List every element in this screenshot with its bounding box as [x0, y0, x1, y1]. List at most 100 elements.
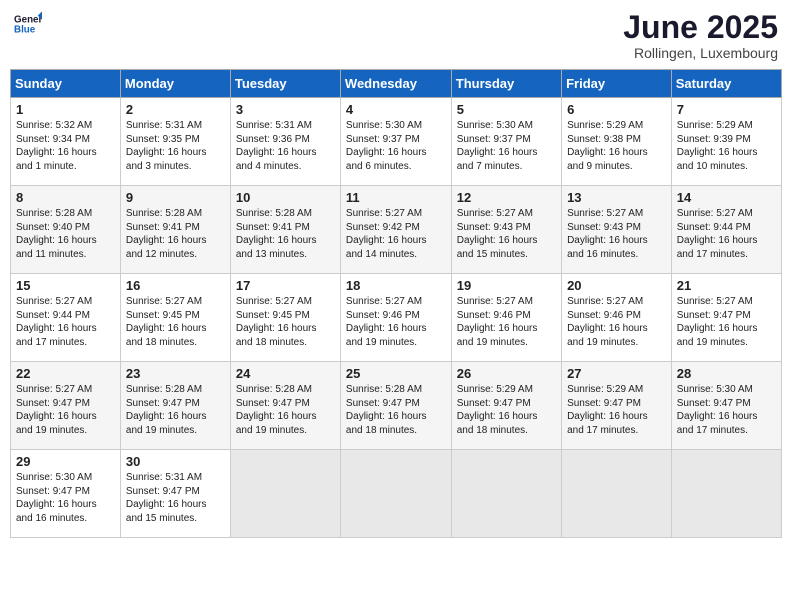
- cell-info: Sunrise: 5:27 AMSunset: 9:46 PMDaylight:…: [567, 295, 666, 349]
- day-number: 24: [236, 366, 335, 381]
- day-number: 27: [567, 366, 666, 381]
- page-header: General Blue June 2025 Rollingen, Luxemb…: [10, 10, 782, 61]
- cell-info: Sunrise: 5:31 AMSunset: 9:47 PMDaylight:…: [126, 471, 225, 525]
- calendar-day-header: Saturday: [671, 70, 781, 98]
- calendar-cell: 13 Sunrise: 5:27 AMSunset: 9:43 PMDayligh…: [562, 186, 672, 274]
- cell-info: Sunrise: 5:27 AMSunset: 9:43 PMDaylight:…: [457, 207, 556, 261]
- cell-info: Sunrise: 5:31 AMSunset: 9:36 PMDaylight:…: [236, 119, 335, 173]
- cell-info: Sunrise: 5:27 AMSunset: 9:44 PMDaylight:…: [677, 207, 776, 261]
- day-number: 26: [457, 366, 556, 381]
- calendar-cell: 17 Sunrise: 5:27 AMSunset: 9:45 PMDayligh…: [230, 274, 340, 362]
- calendar-week-row: 1Sunrise: 5:32 AMSunset: 9:34 PMDaylight…: [11, 98, 782, 186]
- cell-info: Sunrise: 5:27 AMSunset: 9:45 PMDaylight:…: [126, 295, 225, 349]
- calendar-cell: [230, 450, 340, 538]
- day-number: 17: [236, 278, 335, 293]
- calendar-cell: 6Sunrise: 5:29 AMSunset: 9:38 PMDaylight…: [562, 98, 672, 186]
- calendar-cell: 27 Sunrise: 5:29 AMSunset: 9:47 PMDayligh…: [562, 362, 672, 450]
- cell-info: Sunrise: 5:27 AMSunset: 9:47 PMDaylight:…: [16, 383, 115, 437]
- cell-info: Sunrise: 5:30 AMSunset: 9:47 PMDaylight:…: [677, 383, 776, 437]
- calendar-cell: 4Sunrise: 5:30 AMSunset: 9:37 PMDaylight…: [340, 98, 451, 186]
- day-number: 22: [16, 366, 115, 381]
- cell-info: Sunrise: 5:31 AMSunset: 9:35 PMDaylight:…: [126, 119, 225, 173]
- cell-info: Sunrise: 5:27 AMSunset: 9:46 PMDaylight:…: [346, 295, 446, 349]
- calendar-cell: 28 Sunrise: 5:30 AMSunset: 9:47 PMDayligh…: [671, 362, 781, 450]
- calendar-cell: 26 Sunrise: 5:29 AMSunset: 9:47 PMDayligh…: [451, 362, 561, 450]
- calendar-cell: 24Sunrise: 5:28 AMSunset: 9:47 PMDayligh…: [230, 362, 340, 450]
- calendar-table: SundayMondayTuesdayWednesdayThursdayFrid…: [10, 69, 782, 538]
- day-number: 28: [677, 366, 776, 381]
- calendar-day-header: Sunday: [11, 70, 121, 98]
- calendar-cell: 23Sunrise: 5:28 AMSunset: 9:47 PMDayligh…: [120, 362, 230, 450]
- calendar-cell: 7 Sunrise: 5:29 AMSunset: 9:39 PMDaylight…: [671, 98, 781, 186]
- logo-icon: General Blue: [14, 10, 42, 38]
- cell-info: Sunrise: 5:30 AMSunset: 9:47 PMDaylight:…: [16, 471, 115, 525]
- cell-info: Sunrise: 5:27 AMSunset: 9:46 PMDaylight:…: [457, 295, 556, 349]
- day-number: 19: [457, 278, 556, 293]
- calendar-cell: [562, 450, 672, 538]
- calendar-cell: 9 Sunrise: 5:28 AMSunset: 9:41 PMDaylight…: [120, 186, 230, 274]
- calendar-cell: 14 Sunrise: 5:27 AMSunset: 9:44 PMDayligh…: [671, 186, 781, 274]
- calendar-cell: 19 Sunrise: 5:27 AMSunset: 9:46 PMDayligh…: [451, 274, 561, 362]
- month-title: June 2025: [623, 10, 778, 45]
- calendar-cell: [451, 450, 561, 538]
- title-area: June 2025 Rollingen, Luxembourg: [623, 10, 778, 61]
- calendar-week-row: 29 Sunrise: 5:30 AMSunset: 9:47 PMDayligh…: [11, 450, 782, 538]
- calendar-cell: 22 Sunrise: 5:27 AMSunset: 9:47 PMDayligh…: [11, 362, 121, 450]
- day-number: 11: [346, 190, 446, 205]
- svg-text:Blue: Blue: [14, 24, 36, 35]
- calendar-cell: 15 Sunrise: 5:27 AMSunset: 9:44 PMDayligh…: [11, 274, 121, 362]
- calendar-day-header: Thursday: [451, 70, 561, 98]
- cell-info: Sunrise: 5:27 AMSunset: 9:42 PMDaylight:…: [346, 207, 446, 261]
- calendar-cell: 30 Sunrise: 5:31 AMSunset: 9:47 PMDayligh…: [120, 450, 230, 538]
- day-number: 3: [236, 102, 335, 117]
- cell-info: Sunrise: 5:29 AMSunset: 9:39 PMDaylight:…: [677, 119, 776, 173]
- cell-info: Sunrise: 5:27 AMSunset: 9:43 PMDaylight:…: [567, 207, 666, 261]
- calendar-day-header: Friday: [562, 70, 672, 98]
- day-number: 30: [126, 454, 225, 469]
- cell-info: Sunrise: 5:27 AMSunset: 9:44 PMDaylight:…: [16, 295, 115, 349]
- calendar-week-row: 8Sunrise: 5:28 AMSunset: 9:40 PMDaylight…: [11, 186, 782, 274]
- day-number: 25: [346, 366, 446, 381]
- cell-info: Sunrise: 5:28 AMSunset: 9:40 PMDaylight:…: [16, 207, 115, 261]
- day-number: 10: [236, 190, 335, 205]
- cell-info: Sunrise: 5:30 AMSunset: 9:37 PMDaylight:…: [346, 119, 446, 173]
- day-number: 23: [126, 366, 225, 381]
- cell-info: Sunrise: 5:29 AMSunset: 9:47 PMDaylight:…: [567, 383, 666, 437]
- day-number: 29: [16, 454, 115, 469]
- day-number: 5: [457, 102, 556, 117]
- calendar-cell: 2 Sunrise: 5:31 AMSunset: 9:35 PMDaylight…: [120, 98, 230, 186]
- day-number: 16: [126, 278, 225, 293]
- logo: General Blue: [14, 10, 42, 38]
- calendar-cell: 5 Sunrise: 5:30 AMSunset: 9:37 PMDaylight…: [451, 98, 561, 186]
- calendar-cell: 18 Sunrise: 5:27 AMSunset: 9:46 PMDayligh…: [340, 274, 451, 362]
- calendar-cell: [671, 450, 781, 538]
- day-number: 15: [16, 278, 115, 293]
- location: Rollingen, Luxembourg: [623, 45, 778, 61]
- calendar-cell: 12Sunrise: 5:27 AMSunset: 9:43 PMDayligh…: [451, 186, 561, 274]
- day-number: 7: [677, 102, 776, 117]
- cell-info: Sunrise: 5:30 AMSunset: 9:37 PMDaylight:…: [457, 119, 556, 173]
- calendar-day-header: Monday: [120, 70, 230, 98]
- day-number: 13: [567, 190, 666, 205]
- day-number: 1: [16, 102, 115, 117]
- cell-info: Sunrise: 5:28 AMSunset: 9:47 PMDaylight:…: [346, 383, 446, 437]
- cell-info: Sunrise: 5:27 AMSunset: 9:45 PMDaylight:…: [236, 295, 335, 349]
- calendar-cell: 11 Sunrise: 5:27 AMSunset: 9:42 PMDayligh…: [340, 186, 451, 274]
- calendar-day-header: Tuesday: [230, 70, 340, 98]
- day-number: 18: [346, 278, 446, 293]
- cell-info: Sunrise: 5:29 AMSunset: 9:47 PMDaylight:…: [457, 383, 556, 437]
- calendar-cell: 10Sunrise: 5:28 AMSunset: 9:41 PMDayligh…: [230, 186, 340, 274]
- day-number: 9: [126, 190, 225, 205]
- day-number: 21: [677, 278, 776, 293]
- calendar-cell: 16 Sunrise: 5:27 AMSunset: 9:45 PMDayligh…: [120, 274, 230, 362]
- cell-info: Sunrise: 5:29 AMSunset: 9:38 PMDaylight:…: [567, 119, 666, 173]
- calendar-header-row: SundayMondayTuesdayWednesdayThursdayFrid…: [11, 70, 782, 98]
- day-number: 20: [567, 278, 666, 293]
- cell-info: Sunrise: 5:27 AMSunset: 9:47 PMDaylight:…: [677, 295, 776, 349]
- cell-info: Sunrise: 5:28 AMSunset: 9:41 PMDaylight:…: [126, 207, 225, 261]
- calendar-cell: 21 Sunrise: 5:27 AMSunset: 9:47 PMDayligh…: [671, 274, 781, 362]
- calendar-cell: 8Sunrise: 5:28 AMSunset: 9:40 PMDaylight…: [11, 186, 121, 274]
- day-number: 2: [126, 102, 225, 117]
- calendar-cell: 20 Sunrise: 5:27 AMSunset: 9:46 PMDayligh…: [562, 274, 672, 362]
- day-number: 14: [677, 190, 776, 205]
